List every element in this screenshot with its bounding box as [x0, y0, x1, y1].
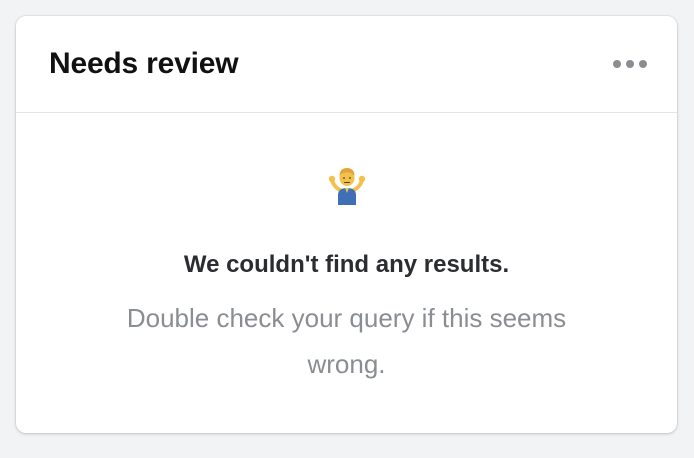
- card-title: Needs review: [49, 47, 239, 80]
- more-horizontal-icon: [613, 60, 647, 68]
- empty-state-description: Double check your query if this seems wr…: [126, 303, 567, 379]
- more-options-button[interactable]: [613, 54, 647, 74]
- card-header: Needs review: [16, 16, 677, 113]
- empty-state-title: We couldn't find any results.: [183, 251, 510, 278]
- empty-state: We couldn't find any results. Double che…: [16, 113, 677, 432]
- needs-review-card: Needs review We couldn't find any result…: [16, 16, 677, 433]
- person-shrugging-icon: [16, 165, 677, 205]
